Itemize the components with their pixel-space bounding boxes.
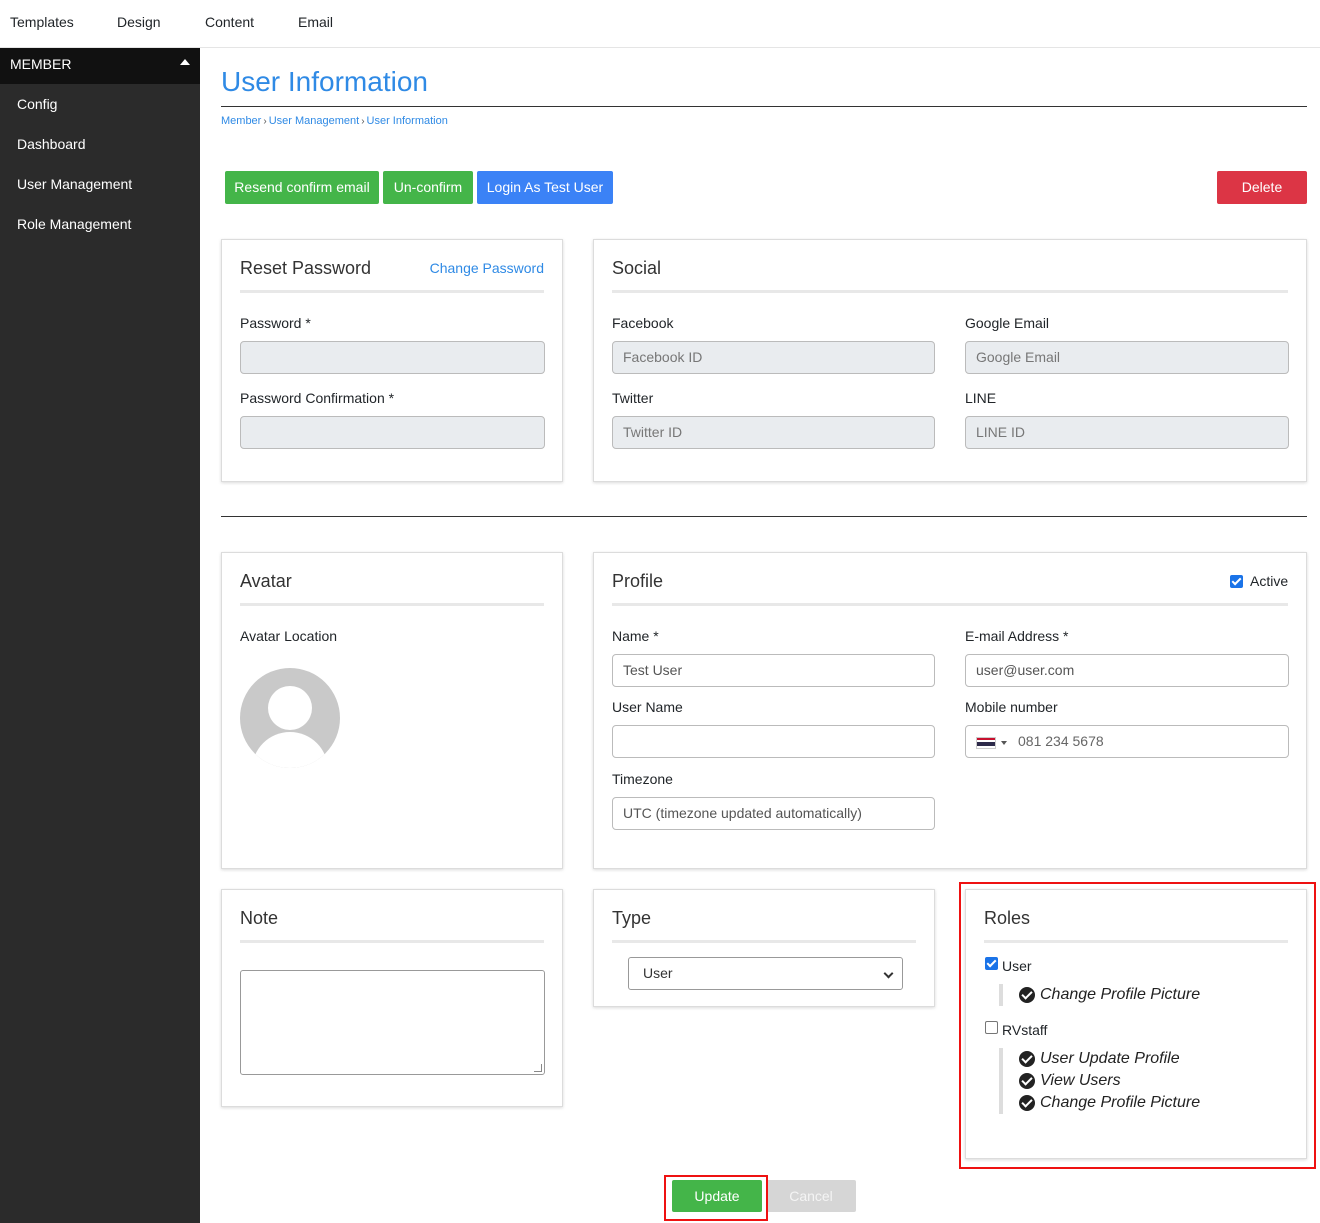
card-title: Profile [612,571,664,591]
email-label: E-mail Address * [965,628,1069,644]
google-email-label: Google Email [965,315,1050,331]
chevron-right-icon: › [263,116,267,127]
unconfirm-button[interactable]: Un-confirm [383,171,473,204]
card-title: Roles [984,908,1031,928]
mobile-number-field[interactable]: 081 234 5678 [965,725,1289,758]
type-selected-value: User [643,965,673,981]
reset-password-card: Reset Password Change Password Password … [221,239,563,482]
avatar-location-label: Avatar Location [240,628,338,644]
active-label: Active [1250,573,1289,589]
cancel-button[interactable]: Cancel [766,1180,856,1212]
roles-card: Roles User Change Profile Picture RVstaf… [965,889,1307,1159]
active-checkbox[interactable] [1230,575,1243,588]
role-rvstaff-permissions: User Update Profile View Users Change Pr… [999,1048,1200,1114]
card-title: Social [612,258,662,278]
mobile-placeholder: 081 234 5678 [1018,733,1104,749]
password-confirmation-label: Password Confirmation * [240,390,395,406]
chevron-right-icon: › [361,116,365,127]
nav-email[interactable]: Email [298,14,333,30]
sidebar-section-member[interactable]: MEMBER [0,48,200,84]
sidebar-item-dashboard[interactable]: Dashboard [0,124,200,164]
avatar[interactable] [240,668,340,768]
permission-item: View Users [1019,1070,1200,1092]
permission-item: Change Profile Picture [1019,1092,1200,1114]
card-title: Reset Password [240,258,372,278]
nav-templates[interactable]: Templates [10,14,74,30]
change-password-link[interactable]: Change Password [430,260,544,276]
password-label: Password * [240,315,311,331]
note-textarea[interactable] [240,970,545,1075]
social-card: Social Facebook Facebook ID Google Email… [593,239,1307,482]
user-silhouette-icon [268,686,312,730]
card-title: Type [612,908,652,928]
line-label: LINE [965,390,997,406]
facebook-label: Facebook [612,315,674,331]
caret-down-icon [1001,741,1007,745]
update-button[interactable]: Update [672,1180,762,1212]
resize-handle-icon[interactable] [534,1064,542,1072]
check-circle-icon [1019,987,1035,1003]
sidebar-item-config[interactable]: Config [0,84,200,124]
breadcrumb-member[interactable]: Member [221,115,261,127]
sidebar-section-label: MEMBER [10,56,72,72]
check-circle-icon [1019,1051,1035,1067]
role-user-permissions: Change Profile Picture [999,984,1200,1006]
card-divider [612,940,916,943]
card-divider [984,940,1288,943]
check-circle-icon [1019,1073,1035,1089]
resend-confirm-email-button[interactable]: Resend confirm email [225,171,379,204]
sidebar: MEMBER Config Dashboard User Management … [0,48,200,1223]
google-email-field[interactable]: Google Email [965,341,1289,374]
nav-design[interactable]: Design [117,14,161,30]
facebook-field[interactable]: Facebook ID [612,341,935,374]
name-field[interactable]: Test User [612,654,935,687]
twitter-label: Twitter [612,390,654,406]
chevron-down-icon [883,968,894,979]
type-select[interactable]: User [628,957,903,990]
mobile-label: Mobile number [965,699,1058,715]
sidebar-item-role-management[interactable]: Role Management [0,204,200,244]
email-field[interactable]: user@user.com [965,654,1289,687]
type-card: Type User [593,889,935,1007]
caret-up-icon [180,59,190,65]
nav-content[interactable]: Content [205,14,254,30]
username-label: User Name [612,699,683,715]
sidebar-item-user-management[interactable]: User Management [0,164,200,204]
card-divider [240,290,544,293]
breadcrumb: Member › User Management › User Information [221,115,448,127]
role-rvstaff-label: RVstaff [1002,1022,1048,1038]
profile-card: Profile Active Name * Test User E-mail A… [593,552,1307,869]
timezone-label: Timezone [612,771,673,787]
card-divider [612,603,1288,606]
password-field[interactable] [240,341,545,374]
password-confirmation-field[interactable] [240,416,545,449]
breadcrumb-user-management[interactable]: User Management [269,115,360,127]
name-label: Name * [612,628,659,644]
check-circle-icon [1019,1095,1035,1111]
card-divider [240,940,544,943]
twitter-field[interactable]: Twitter ID [612,416,935,449]
permission-item: Change Profile Picture [1019,984,1200,1006]
thailand-flag-icon[interactable] [976,737,996,749]
title-divider [221,106,1307,107]
top-navbar: Templates Design Content Email [0,0,1320,48]
username-field[interactable] [612,725,935,758]
avatar-card: Avatar Avatar Location [221,552,563,869]
card-title: Avatar [240,571,292,591]
timezone-field[interactable]: UTC (timezone updated automatically) [612,797,935,830]
role-user-label: User [1002,958,1032,974]
section-divider [221,516,1307,517]
card-divider [612,290,1288,293]
role-rvstaff-checkbox[interactable] [985,1021,998,1034]
note-card: Note [221,889,563,1107]
role-user-checkbox[interactable] [985,957,998,970]
card-divider [240,603,544,606]
card-title: Note [240,908,279,928]
page-title: User Information [221,66,428,97]
breadcrumb-user-information[interactable]: User Information [367,115,448,127]
login-as-test-user-button[interactable]: Login As Test User [477,171,613,204]
delete-button[interactable]: Delete [1217,171,1307,204]
line-field[interactable]: LINE ID [965,416,1289,449]
permission-item: User Update Profile [1019,1048,1200,1070]
